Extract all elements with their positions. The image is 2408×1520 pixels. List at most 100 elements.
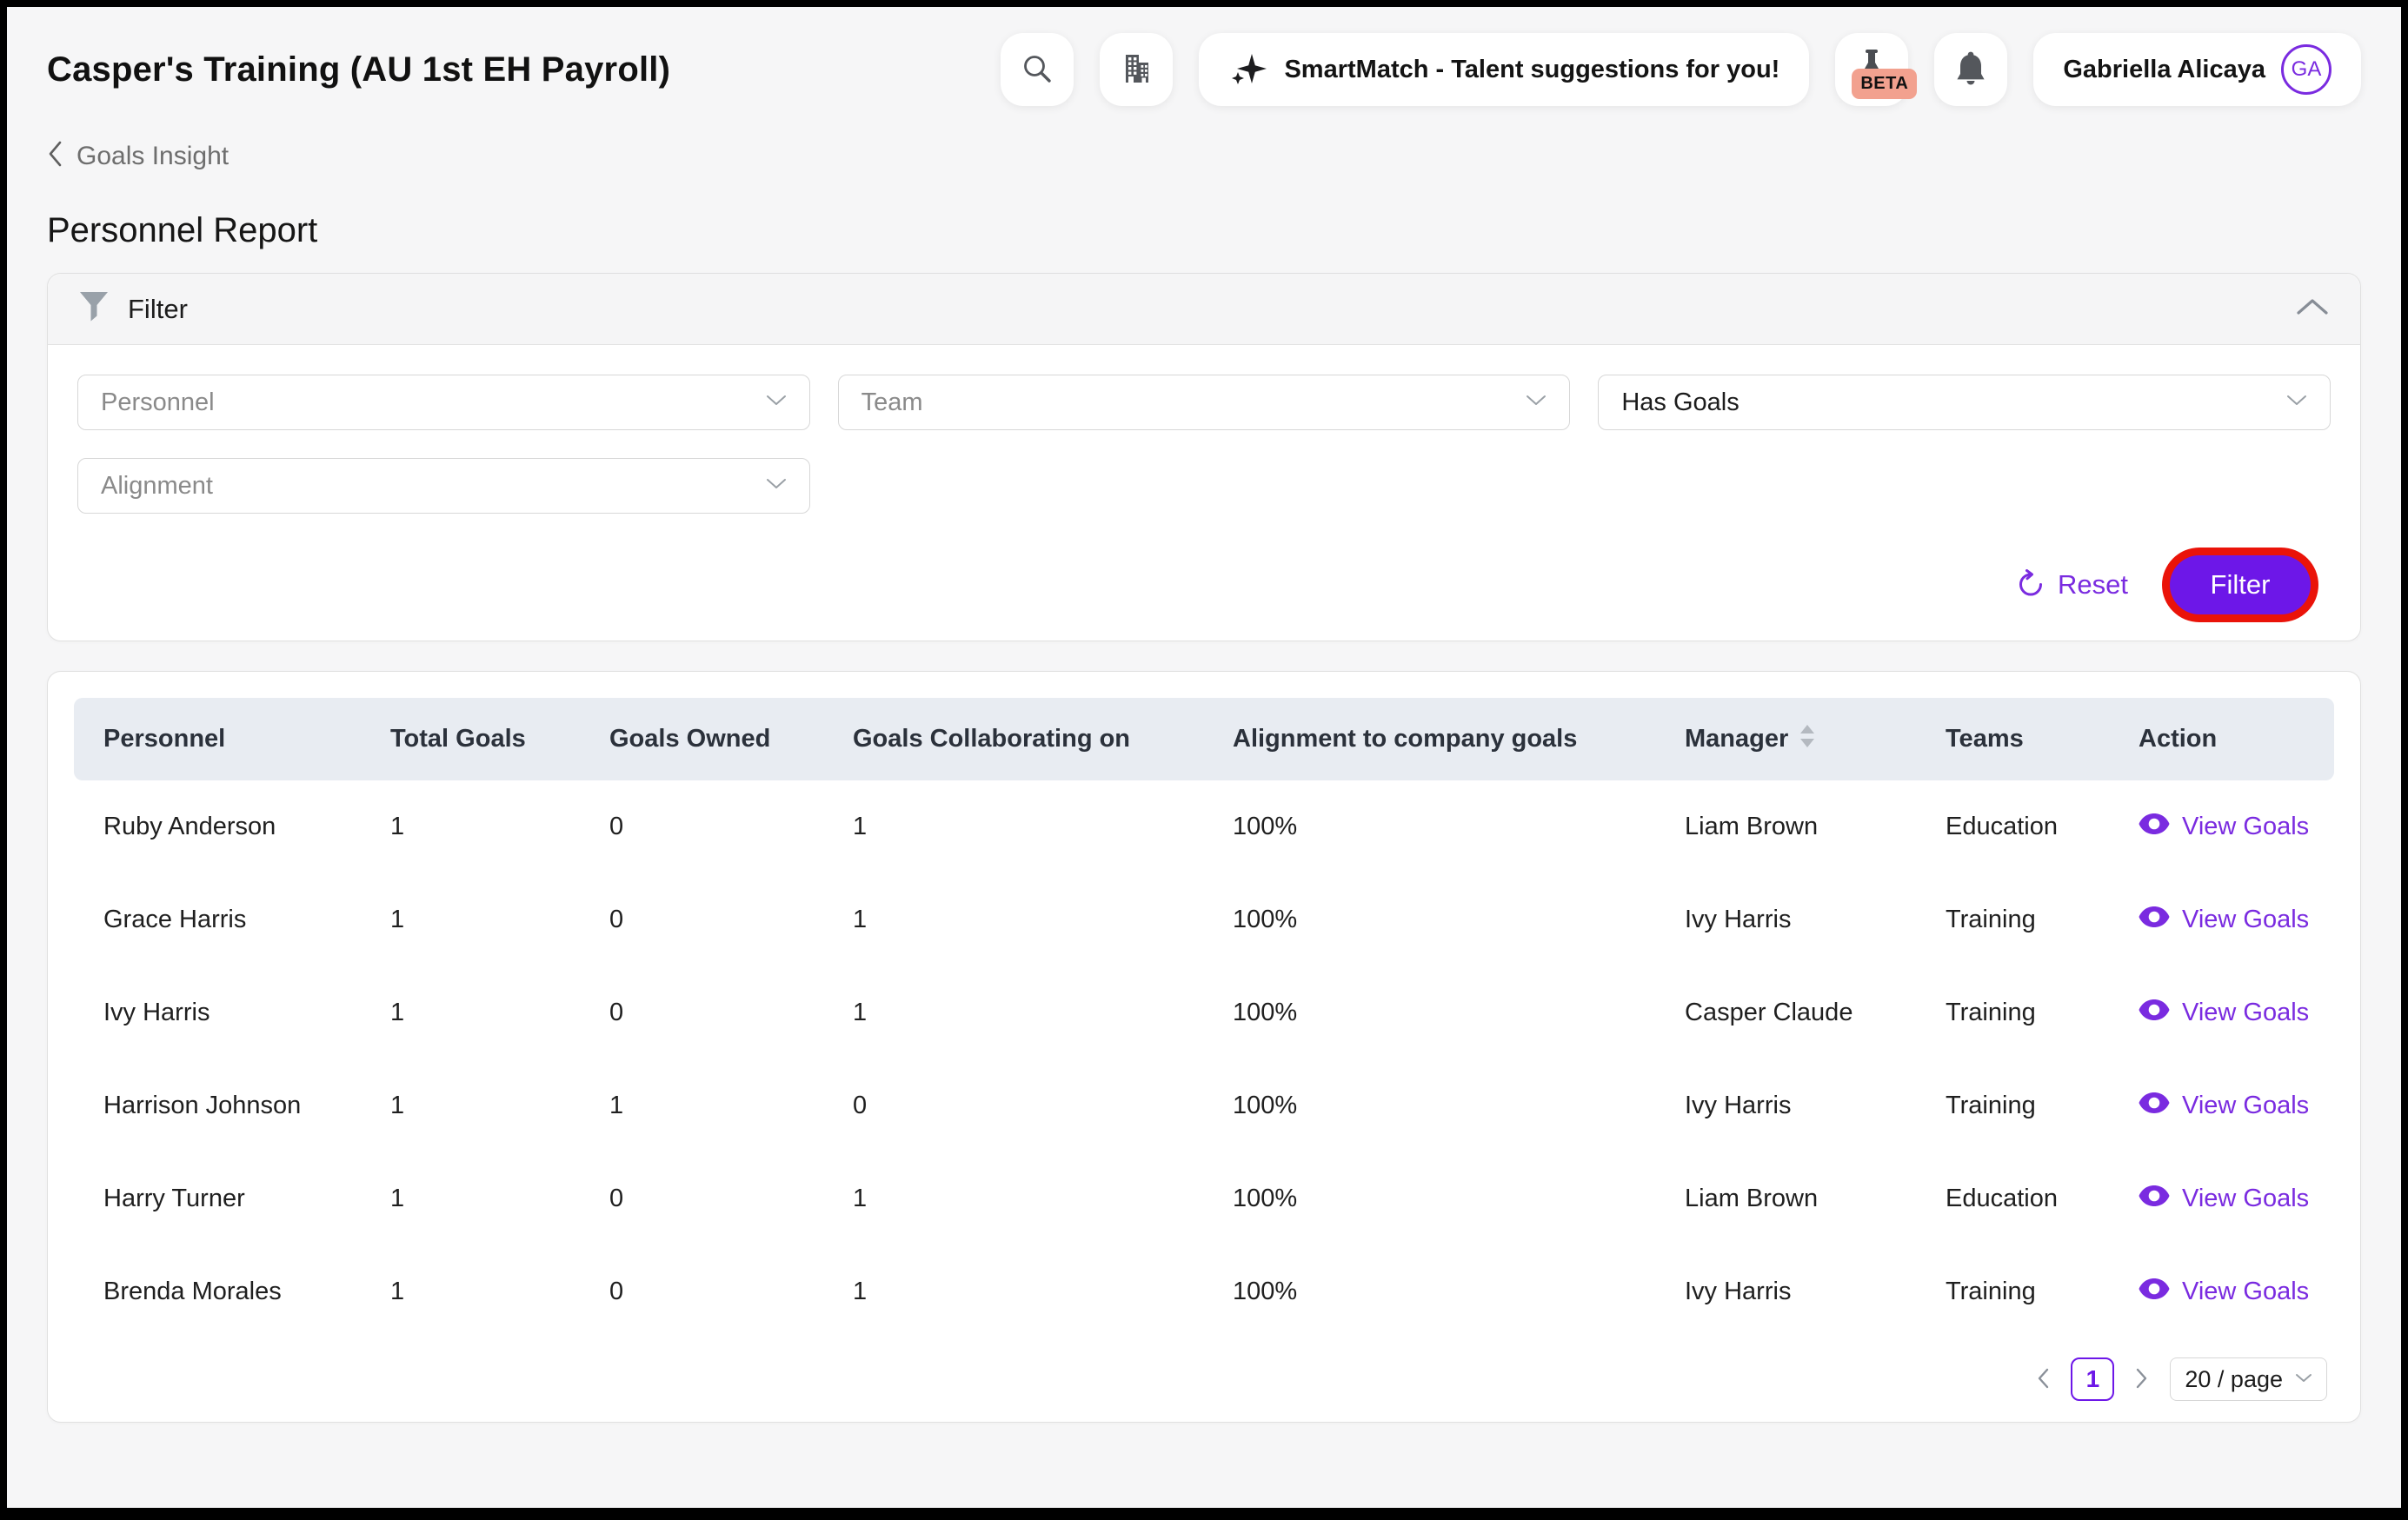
cell-alignment: 100% [1203, 966, 1655, 1059]
view-goals-link[interactable]: View Goals [2139, 1278, 2334, 1307]
personnel-report-table: Personnel Total Goals Goals Owned Goals … [74, 698, 2334, 1338]
breadcrumb-back-link[interactable]: Goals Insight [47, 141, 229, 171]
cell-goals-collaborating: 0 [823, 1059, 1203, 1152]
cell-personnel: Grace Harris [74, 873, 361, 966]
page-size-select[interactable]: 20 / page [2170, 1357, 2327, 1401]
column-header-action: Action [2109, 698, 2334, 780]
cell-goals-owned: 0 [580, 966, 823, 1059]
cell-total-goals: 1 [361, 1245, 580, 1338]
cell-teams: Training [1916, 1059, 2109, 1152]
cell-manager: Liam Brown [1655, 1152, 1916, 1245]
table-header-row: Personnel Total Goals Goals Owned Goals … [74, 698, 2334, 780]
labs-beta-button[interactable]: BETA [1835, 33, 1908, 106]
organisation-button[interactable] [1100, 33, 1173, 106]
cell-manager: Casper Claude [1655, 966, 1916, 1059]
view-goals-link[interactable]: View Goals [2139, 906, 2334, 935]
smartmatch-label: SmartMatch - Talent suggestions for you! [1284, 56, 1779, 84]
chevron-down-icon [766, 478, 787, 494]
smartmatch-banner-button[interactable]: SmartMatch - Talent suggestions for you! [1199, 33, 1809, 106]
cell-goals-owned: 0 [580, 1152, 823, 1245]
cell-teams: Training [1916, 873, 2109, 966]
column-header-manager: Manager [1655, 698, 1916, 780]
chevron-down-icon [1526, 395, 1547, 410]
building-icon [1118, 50, 1154, 90]
reset-label: Reset [2058, 569, 2128, 601]
view-goals-link[interactable]: View Goals [2139, 813, 2334, 842]
page-size-value: 20 / page [2185, 1366, 2283, 1393]
personnel-report-table-card: Personnel Total Goals Goals Owned Goals … [47, 671, 2361, 1423]
table-row: Harry Turner 1 0 1 100% Liam Brown Educa… [74, 1152, 2334, 1245]
cell-personnel: Ruby Anderson [74, 780, 361, 873]
cell-manager: Ivy Harris [1655, 873, 1916, 966]
cell-alignment: 100% [1203, 780, 1655, 873]
cell-goals-owned: 0 [580, 873, 823, 966]
filter-panel: Filter Personnel Team [47, 273, 2361, 641]
user-avatar: GA [2281, 44, 2332, 95]
reset-button[interactable]: Reset [2016, 569, 2128, 601]
chevron-down-icon [766, 395, 787, 410]
eye-icon [2139, 813, 2170, 842]
filter-body: Personnel Team Has Goals [48, 345, 2360, 641]
cell-teams: Training [1916, 1245, 2109, 1338]
eye-icon [2139, 1092, 2170, 1121]
cell-alignment: 100% [1203, 873, 1655, 966]
beta-badge: BETA [1852, 69, 1917, 99]
has-goals-filter-value: Has Goals [1621, 388, 1739, 417]
notifications-button[interactable] [1934, 33, 2007, 106]
cell-goals-owned: 1 [580, 1059, 823, 1152]
eye-icon [2139, 1185, 2170, 1214]
app-title: Casper's Training (AU 1st EH Payroll) [47, 50, 670, 90]
table-row: Grace Harris 1 0 1 100% Ivy Harris Train… [74, 873, 2334, 966]
filter-actions: Reset Filter [77, 555, 2331, 614]
chevron-up-icon[interactable] [2296, 298, 2329, 320]
user-menu-button[interactable]: Gabriella Alicaya GA [2033, 33, 2361, 106]
cell-teams: Education [1916, 1152, 2109, 1245]
chevron-left-icon [2036, 1367, 2050, 1392]
cell-teams: Education [1916, 780, 2109, 873]
cell-goals-collaborating: 1 [823, 966, 1203, 1059]
personnel-filter-select[interactable]: Personnel [77, 375, 810, 430]
bell-icon [1953, 50, 1988, 90]
refresh-icon [2016, 569, 2045, 601]
team-filter-select[interactable]: Team [838, 375, 1571, 430]
cell-alignment: 100% [1203, 1152, 1655, 1245]
eye-icon [2139, 906, 2170, 935]
column-header-alignment: Alignment to company goals [1203, 698, 1655, 780]
user-name: Gabriella Alicaya [2063, 56, 2265, 84]
chevron-right-icon [2135, 1367, 2149, 1392]
eye-icon [2139, 1278, 2170, 1307]
column-header-goals-owned: Goals Owned [580, 698, 823, 780]
column-header-teams: Teams [1916, 698, 2109, 780]
search-button[interactable] [1001, 33, 1074, 106]
column-header-total-goals: Total Goals [361, 698, 580, 780]
cell-personnel: Harrison Johnson [74, 1059, 361, 1152]
view-goals-link[interactable]: View Goals [2139, 1185, 2334, 1214]
top-bar: Casper's Training (AU 1st EH Payroll) [47, 7, 2361, 113]
pagination-page-1[interactable]: 1 [2071, 1357, 2114, 1401]
filter-panel-header[interactable]: Filter [48, 274, 2360, 345]
has-goals-filter-select[interactable]: Has Goals [1598, 375, 2331, 430]
alignment-filter-placeholder: Alignment [101, 472, 213, 501]
cell-total-goals: 1 [361, 780, 580, 873]
cell-personnel: Brenda Morales [74, 1245, 361, 1338]
table-row: Ruby Anderson 1 0 1 100% Liam Brown Educ… [74, 780, 2334, 873]
cell-goals-collaborating: 1 [823, 873, 1203, 966]
manager-sort-control[interactable]: Manager [1685, 723, 1916, 756]
cell-goals-collaborating: 1 [823, 1152, 1203, 1245]
view-goals-link[interactable]: View Goals [2139, 1092, 2334, 1121]
pagination-prev-button[interactable] [2036, 1367, 2050, 1392]
cell-goals-collaborating: 1 [823, 780, 1203, 873]
cell-total-goals: 1 [361, 1152, 580, 1245]
table-row: Brenda Morales 1 0 1 100% Ivy Harris Tra… [74, 1245, 2334, 1338]
alignment-filter-select[interactable]: Alignment [77, 458, 810, 514]
team-filter-placeholder: Team [861, 388, 923, 417]
cell-personnel: Harry Turner [74, 1152, 361, 1245]
view-goals-link[interactable]: View Goals [2139, 999, 2334, 1028]
pagination-next-button[interactable] [2135, 1367, 2149, 1392]
cell-teams: Training [1916, 966, 2109, 1059]
cell-total-goals: 1 [361, 966, 580, 1059]
filter-title: Filter [128, 294, 188, 325]
sort-icon [1799, 723, 1816, 756]
filter-apply-button[interactable]: Filter [2170, 555, 2311, 614]
cell-total-goals: 1 [361, 873, 580, 966]
